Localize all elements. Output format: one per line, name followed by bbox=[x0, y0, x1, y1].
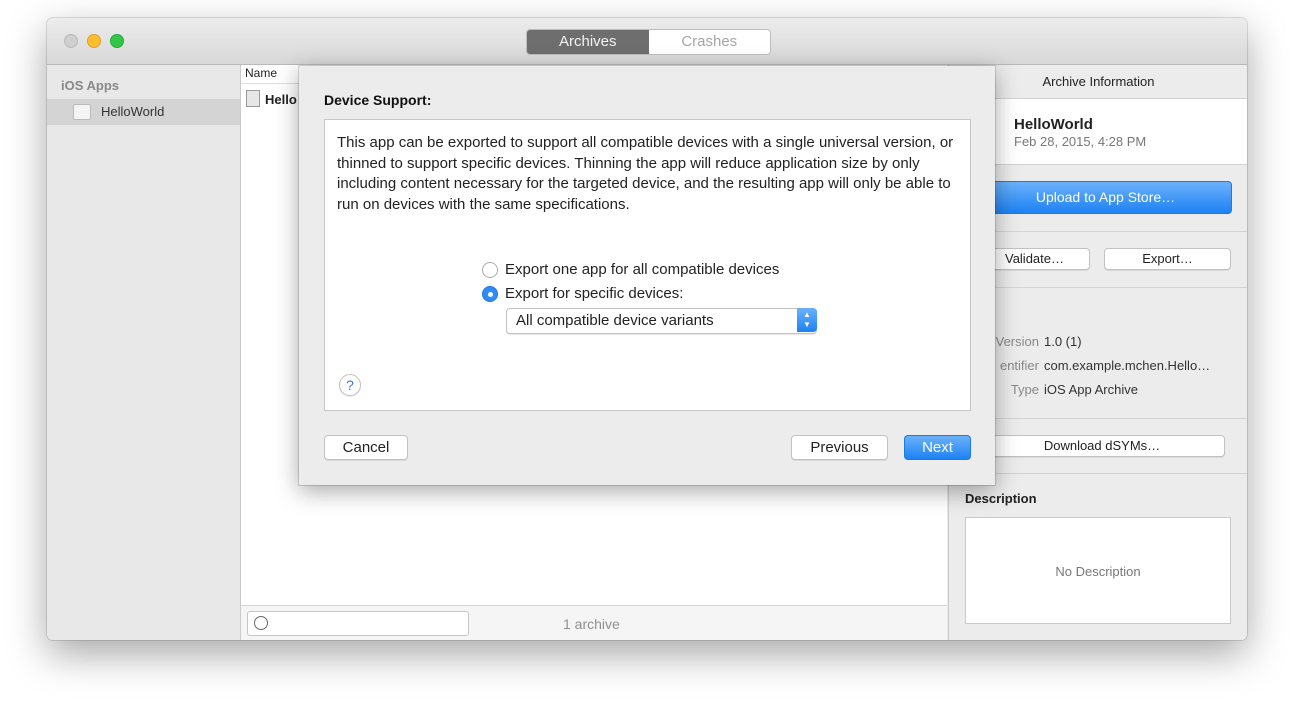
archive-app-name: HelloWorld bbox=[1014, 116, 1093, 133]
list-footer: 1 archive bbox=[241, 605, 947, 640]
sheet-title: Device Support: bbox=[324, 92, 432, 108]
column-header-label: Name bbox=[245, 66, 278, 80]
sidebar-item-helloworld[interactable]: HelloWorld bbox=[47, 99, 240, 125]
tab-crashes[interactable]: Crashes bbox=[649, 30, 771, 54]
chevron-up-down-icon: ▲ ▼ bbox=[797, 308, 817, 332]
archive-date: Feb 28, 2015, 4:28 PM bbox=[1014, 134, 1147, 149]
sheet-content-box: This app can be exported to support all … bbox=[324, 119, 971, 411]
close-window-button[interactable] bbox=[64, 34, 78, 48]
next-button[interactable]: Next bbox=[904, 435, 971, 460]
minimize-window-button[interactable] bbox=[87, 34, 101, 48]
sidebar: iOS Apps HelloWorld bbox=[47, 65, 241, 640]
validate-button[interactable]: Validate… bbox=[979, 248, 1090, 270]
download-dsyms-button[interactable]: Download dSYMs… bbox=[979, 435, 1225, 457]
detail-value-type: iOS App Archive bbox=[1044, 382, 1138, 397]
upload-to-app-store-button[interactable]: Upload to App Store… bbox=[979, 181, 1232, 214]
filter-icon bbox=[254, 616, 268, 630]
radio-button-selected[interactable] bbox=[482, 286, 498, 302]
description-field[interactable]: No Description bbox=[965, 517, 1231, 624]
radio-label: Export one app for all compatible device… bbox=[505, 261, 780, 278]
export-button[interactable]: Export… bbox=[1104, 248, 1231, 270]
app-icon bbox=[73, 104, 91, 120]
detail-value-identifier: com.example.mchen.Hello… bbox=[1044, 358, 1211, 373]
sidebar-section-header: iOS Apps bbox=[61, 78, 120, 93]
description-placeholder: No Description bbox=[1055, 564, 1141, 579]
cancel-button[interactable]: Cancel bbox=[324, 435, 408, 460]
archive-count: 1 archive bbox=[563, 616, 620, 632]
tab-archives[interactable]: Archives bbox=[527, 30, 649, 54]
description-header: Description bbox=[965, 491, 1037, 506]
filter-field[interactable] bbox=[247, 611, 469, 636]
device-variants-popup[interactable]: All compatible device variants ▲ ▼ bbox=[506, 308, 817, 334]
radio-label: Export for specific devices: bbox=[505, 285, 684, 302]
title-bar: Archives Crashes bbox=[47, 18, 1247, 65]
previous-button[interactable]: Previous bbox=[791, 435, 888, 460]
detail-value-version: 1.0 (1) bbox=[1044, 334, 1082, 349]
archive-icon bbox=[246, 90, 260, 107]
help-button[interactable]: ? bbox=[339, 374, 361, 396]
view-segmented-control: Archives Crashes bbox=[526, 29, 771, 55]
archive-name: Hello bbox=[265, 92, 297, 107]
sidebar-item-label: HelloWorld bbox=[101, 104, 165, 119]
radio-button-unselected[interactable] bbox=[482, 262, 498, 278]
zoom-window-button[interactable] bbox=[110, 34, 124, 48]
device-support-description: This app can be exported to support all … bbox=[337, 134, 954, 213]
popup-value: All compatible device variants bbox=[516, 312, 714, 329]
export-sheet: Device Support: This app can be exported… bbox=[299, 66, 995, 485]
